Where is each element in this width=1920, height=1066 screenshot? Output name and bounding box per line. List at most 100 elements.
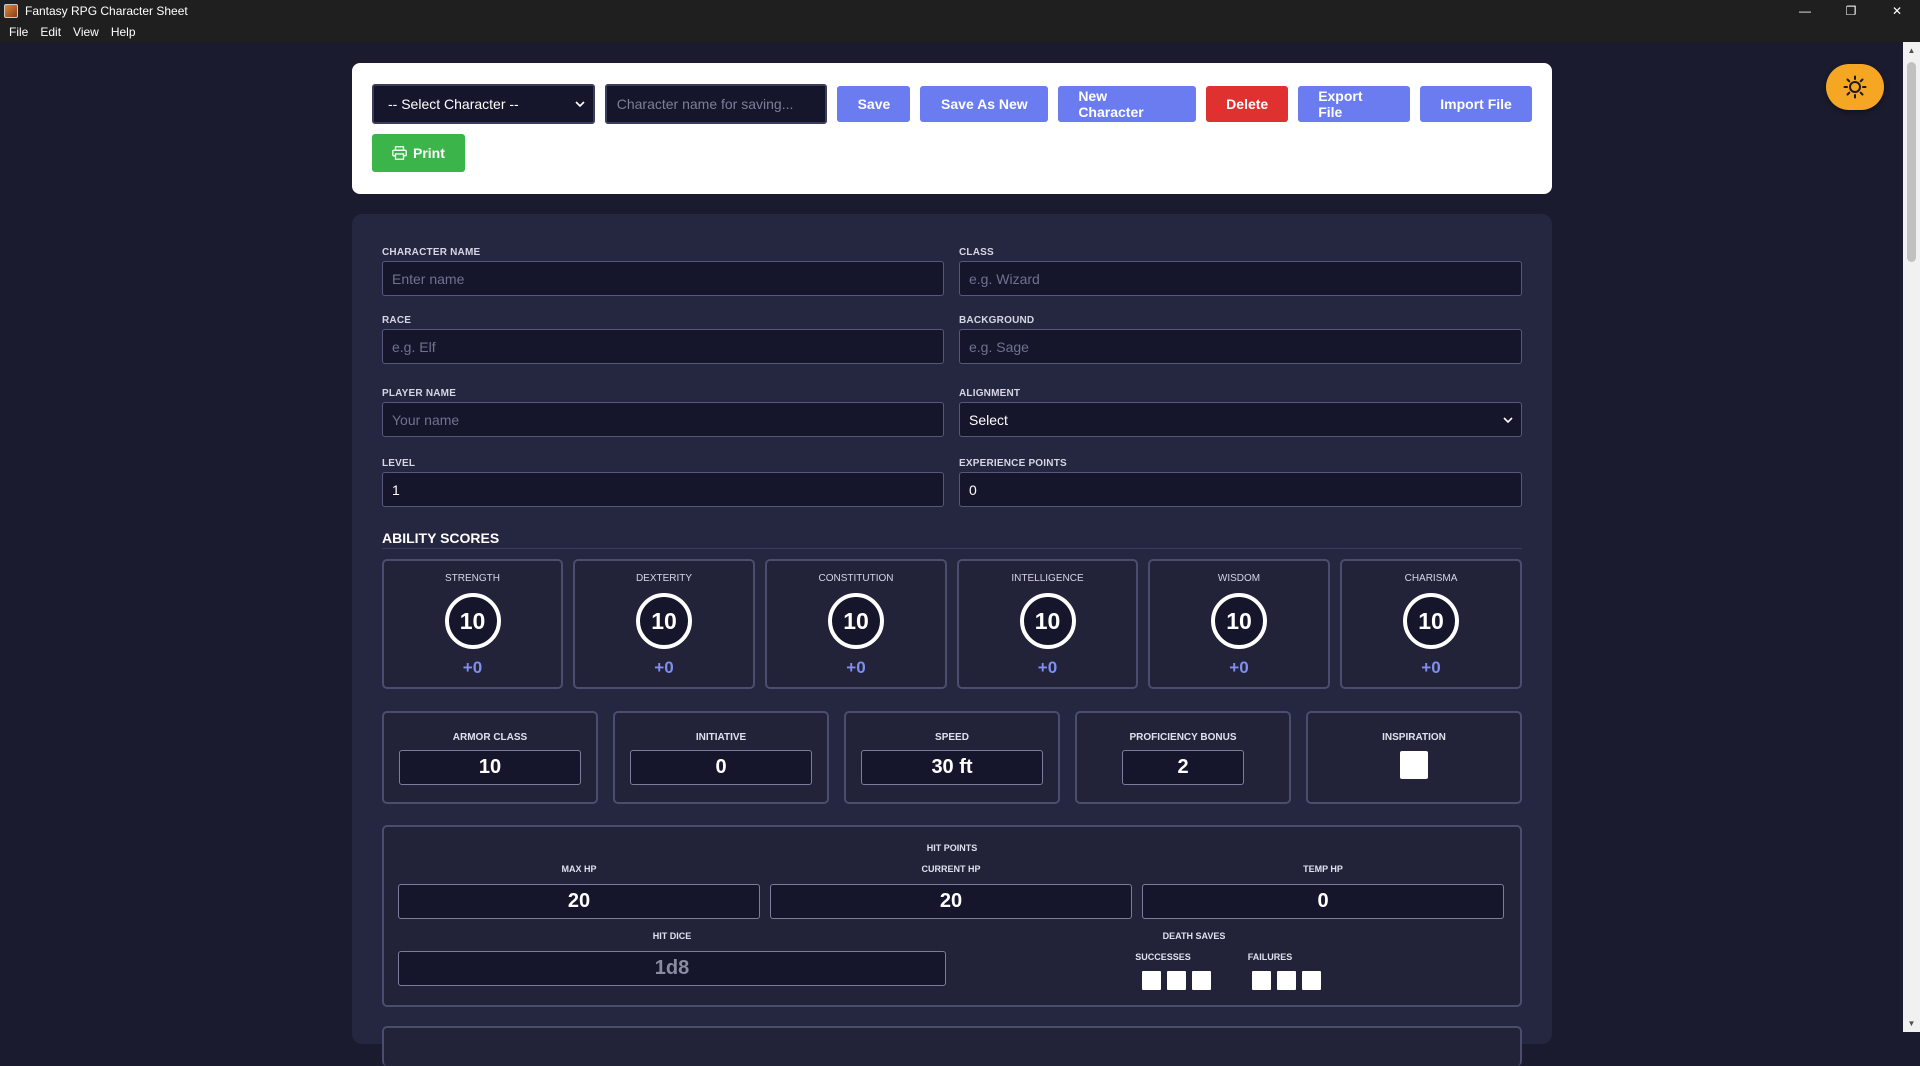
death-saves-title: DEATH SAVES <box>1162 931 1226 941</box>
new-character-button[interactable]: New Character <box>1058 86 1197 122</box>
character-toolbar: -- Select Character -- Character name fo… <box>352 63 1552 194</box>
print-label: Print <box>413 145 445 161</box>
character-name-save-input[interactable]: Character name for saving... <box>604 84 828 124</box>
select-character-value: -- Select Character -- <box>388 96 519 112</box>
speed-input[interactable]: 30 ft <box>861 750 1043 785</box>
level-label: LEVEL <box>382 458 416 469</box>
character-name-save-placeholder: Character name for saving... <box>616 96 794 112</box>
alignment-value: Select <box>969 411 1008 428</box>
death-save-failure-3[interactable] <box>1302 971 1321 990</box>
race-placeholder: e.g. Elf <box>392 338 436 355</box>
save-button[interactable]: Save <box>837 86 911 122</box>
ability-score-input[interactable]: 10 <box>1403 593 1459 649</box>
ability-score-input[interactable]: 10 <box>1019 593 1076 649</box>
sun-icon <box>1843 75 1867 99</box>
death-save-success-2[interactable] <box>1167 971 1186 990</box>
initiative-box: INITIATIVE 0 <box>613 711 829 804</box>
menu-help[interactable]: Help <box>105 22 142 42</box>
armor-class-input[interactable]: 10 <box>399 750 581 785</box>
ability-label: CONSTITUTION <box>818 573 894 584</box>
background-input[interactable]: e.g. Sage <box>959 329 1522 364</box>
save-as-new-button[interactable]: Save As New <box>920 86 1049 122</box>
inspiration-checkbox[interactable] <box>1400 751 1428 779</box>
ability-label: WISDOM <box>1217 573 1261 584</box>
hit-dice-input[interactable]: 1d8 <box>398 951 946 986</box>
theme-toggle-button[interactable] <box>1826 64 1884 110</box>
ability-intelligence: INTELLIGENCE 10 +0 <box>957 559 1138 689</box>
death-save-failure-2[interactable] <box>1277 971 1296 990</box>
chevron-down-icon <box>575 101 585 108</box>
app-icon <box>4 4 18 18</box>
experience-input[interactable]: 0 <box>959 472 1522 507</box>
next-section-box <box>382 1026 1522 1066</box>
armor-class-box: ARMOR CLASS 10 <box>382 711 598 804</box>
delete-button[interactable]: Delete <box>1206 86 1289 122</box>
window-titlebar: Fantasy RPG Character Sheet — ❐ ✕ <box>0 0 1920 22</box>
death-saves-failures-label: FAILURES <box>1247 952 1293 962</box>
character-name-input[interactable]: Enter name <box>382 261 944 296</box>
experience-value: 0 <box>969 481 977 498</box>
death-save-success-3[interactable] <box>1192 971 1211 990</box>
select-character-dropdown[interactable]: -- Select Character -- <box>372 84 595 124</box>
ability-modifier: +0 <box>462 658 483 677</box>
player-name-input[interactable]: Your name <box>382 402 944 437</box>
death-save-failure-1[interactable] <box>1252 971 1271 990</box>
ability-modifier: +0 <box>1229 658 1249 677</box>
export-file-button[interactable]: Export File <box>1298 86 1411 122</box>
minimize-button[interactable]: — <box>1782 0 1828 22</box>
class-label: CLASS <box>959 247 994 258</box>
armor-class-label: ARMOR CLASS <box>452 732 528 743</box>
current-hp-label: CURRENT HP <box>921 864 981 874</box>
hit-dice-label: HIT DICE <box>652 931 692 941</box>
ability-modifier: +0 <box>1037 658 1058 677</box>
alignment-select[interactable]: Select <box>959 402 1522 437</box>
initiative-input[interactable]: 0 <box>630 750 812 785</box>
player-name-label: PLAYER NAME <box>382 388 457 399</box>
section-divider <box>382 548 1522 549</box>
chevron-down-icon <box>1503 416 1513 423</box>
speed-box: SPEED 30 ft <box>844 711 1060 804</box>
character-name-placeholder: Enter name <box>392 270 465 287</box>
window-controls: — ❐ ✕ <box>1782 0 1920 22</box>
scroll-thumb[interactable] <box>1907 62 1916 262</box>
ability-modifier: +0 <box>654 658 674 677</box>
speed-label: SPEED <box>935 732 969 743</box>
maximize-button[interactable]: ❐ <box>1828 0 1874 22</box>
ability-score-input[interactable]: 10 <box>828 593 884 649</box>
ability-score-input[interactable]: 10 <box>1211 593 1267 649</box>
print-button[interactable]: Print <box>372 134 465 172</box>
ability-scores-title: ABILITY SCORES <box>382 530 500 546</box>
proficiency-bonus-box: PROFICIENCY BONUS 2 <box>1075 711 1291 804</box>
character-name-label: CHARACTER NAME <box>382 247 481 258</box>
class-input[interactable]: e.g. Wizard <box>959 261 1522 296</box>
ability-score-input[interactable]: 10 <box>444 593 501 649</box>
death-save-success-1[interactable] <box>1142 971 1161 990</box>
proficiency-bonus-label: PROFICIENCY BONUS <box>1129 732 1237 743</box>
level-input[interactable]: 1 <box>382 472 944 507</box>
max-hp-input[interactable]: 20 <box>398 884 760 919</box>
menu-view[interactable]: View <box>67 22 105 42</box>
hit-points-title: HIT POINTS <box>926 843 978 853</box>
import-file-button[interactable]: Import File <box>1420 86 1532 122</box>
scroll-up-icon[interactable]: ▲ <box>1903 42 1920 59</box>
race-input[interactable]: e.g. Elf <box>382 329 944 364</box>
close-button[interactable]: ✕ <box>1874 0 1920 22</box>
death-saves-successes-label: SUCCESSES <box>1135 952 1191 962</box>
vertical-scrollbar[interactable]: ▲ ▼ <box>1903 42 1920 1032</box>
ability-score-input[interactable]: 10 <box>636 593 692 649</box>
alignment-label: ALIGNMENT <box>959 388 1021 399</box>
max-hp-label: MAX HP <box>561 864 597 874</box>
temp-hp-label: TEMP HP <box>1303 864 1343 874</box>
temp-hp-input[interactable]: 0 <box>1142 884 1504 919</box>
background-label: BACKGROUND <box>959 315 1035 326</box>
scroll-down-icon[interactable]: ▼ <box>1903 1015 1920 1032</box>
menu-file[interactable]: File <box>3 22 34 42</box>
ability-wisdom: WISDOM 10 +0 <box>1148 559 1330 689</box>
current-hp-input[interactable]: 20 <box>770 884 1132 919</box>
level-value: 1 <box>392 481 400 498</box>
ability-label: INTELLIGENCE <box>1011 573 1084 584</box>
ability-modifier: +0 <box>1421 658 1441 677</box>
menu-edit[interactable]: Edit <box>34 22 67 42</box>
proficiency-bonus-input[interactable]: 2 <box>1122 750 1244 785</box>
inspiration-label: INSPIRATION <box>1382 732 1446 743</box>
